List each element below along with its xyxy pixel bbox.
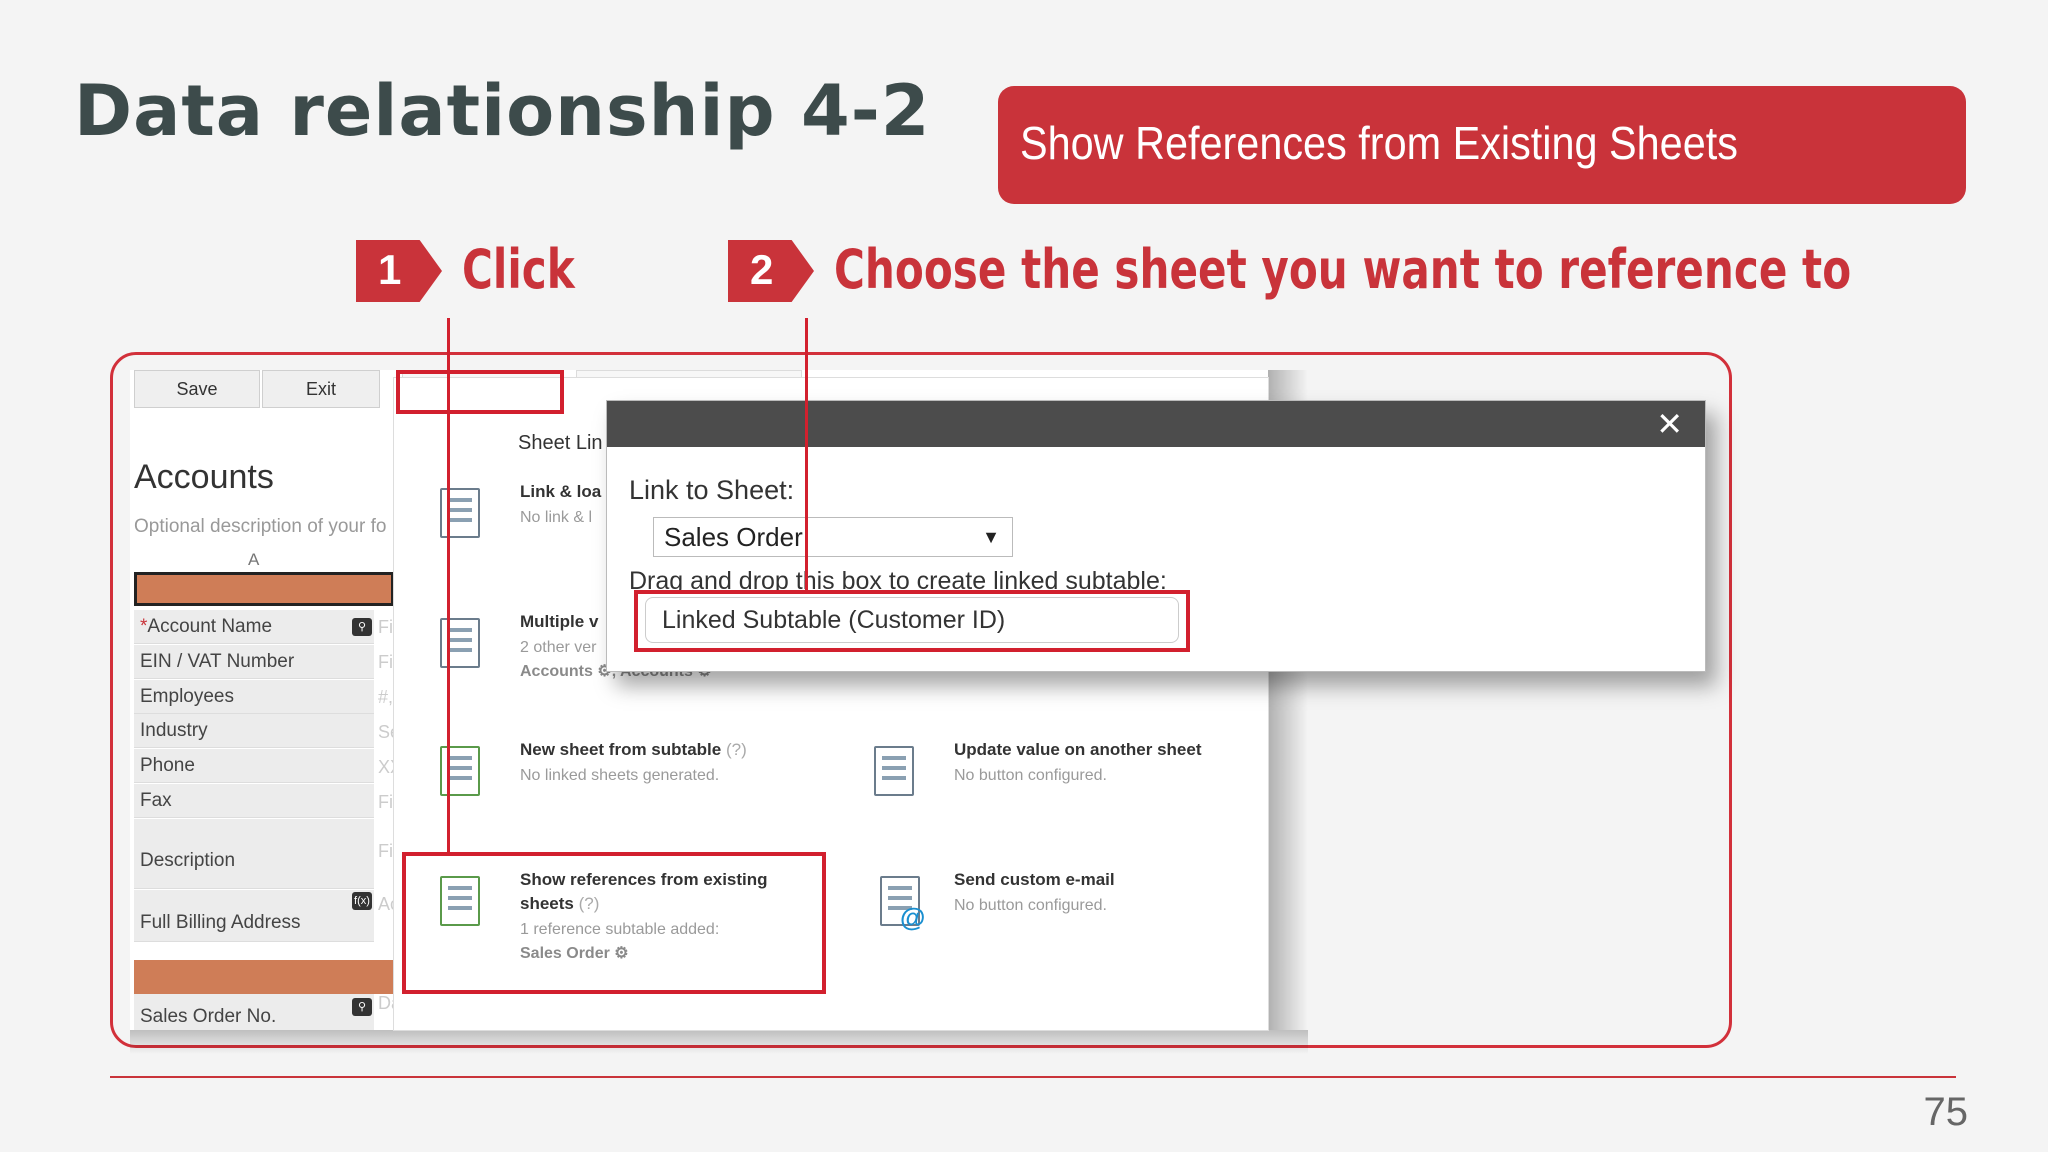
link-load-icon [440, 488, 480, 538]
highlight-show-references [402, 852, 826, 994]
step-2-badge: 2 [728, 240, 814, 302]
sheet-select[interactable]: Sales Order ▼ [653, 517, 1013, 557]
save-button[interactable]: Save [134, 370, 260, 408]
field-ein[interactable]: EIN / VAT Number [134, 645, 374, 679]
field-industry[interactable]: Industry [134, 714, 374, 748]
exit-button[interactable]: Exit [262, 370, 380, 408]
highlight-linked-subtable [634, 590, 1190, 652]
link-to-sheet-label: Link to Sheet: [629, 475, 795, 505]
slide-title: Data relationship 4-2 [74, 70, 931, 152]
key-icon-2: ⚲ [352, 998, 372, 1016]
close-icon[interactable]: ✕ [1656, 405, 1683, 443]
column-label: A [248, 550, 260, 569]
sheet-title: Accounts [134, 458, 274, 496]
step-2-text: Choose the sheet you want to reference t… [834, 238, 1852, 301]
field-fax[interactable]: Fax [134, 784, 374, 818]
multiple-versions-icon [440, 618, 480, 668]
sheet-description[interactable]: Optional description of your fo [134, 516, 386, 538]
app-shadow-bottom [130, 1030, 1308, 1054]
section-banner: Show References from Existing Sheets [998, 86, 1966, 204]
banner-text: Show References from Existing Sheets [1020, 117, 1738, 169]
section-bar[interactable] [134, 572, 394, 606]
menu-item-link-load[interactable]: Link & loa [520, 480, 601, 504]
at-sign-icon: @ [900, 902, 926, 932]
field-phone[interactable]: Phone [134, 749, 374, 783]
field-billing-address[interactable]: Full Billing Address [134, 890, 374, 942]
field-employees[interactable]: Employees [134, 680, 374, 714]
menu-item-new-sheet-from-subtable[interactable]: New sheet from subtable (?) [520, 738, 747, 762]
menu-item-multiple-versions[interactable]: Multiple v [520, 610, 598, 634]
pointer-line-1 [447, 318, 450, 856]
section-label: Sheet Lin [518, 432, 603, 454]
key-icon: ⚲ [352, 618, 372, 636]
menu-item-update-value[interactable]: Update value on another sheet [954, 738, 1202, 762]
field-sales-order-no[interactable]: Sales Order No. [134, 994, 374, 1030]
formula-icon: f(x) [352, 892, 372, 910]
footer-divider [110, 1076, 1956, 1078]
step-1-badge: 1 [356, 240, 442, 302]
menu-item-send-email[interactable]: Send custom e-mail [954, 868, 1115, 892]
field-account-name[interactable]: *Account Name [134, 610, 374, 644]
section-bar-2[interactable] [134, 960, 394, 994]
highlight-form-tools [396, 370, 564, 414]
field-description[interactable]: Description [134, 819, 374, 889]
dialog-header [607, 401, 1705, 447]
step-1-text: Click [462, 238, 575, 301]
pointer-line-2 [805, 318, 808, 590]
chevron-down-icon: ▼ [982, 527, 1000, 547]
new-sheet-from-subtable-icon [440, 746, 480, 796]
update-value-icon [874, 746, 914, 796]
page-number: 75 [1923, 1090, 1969, 1134]
